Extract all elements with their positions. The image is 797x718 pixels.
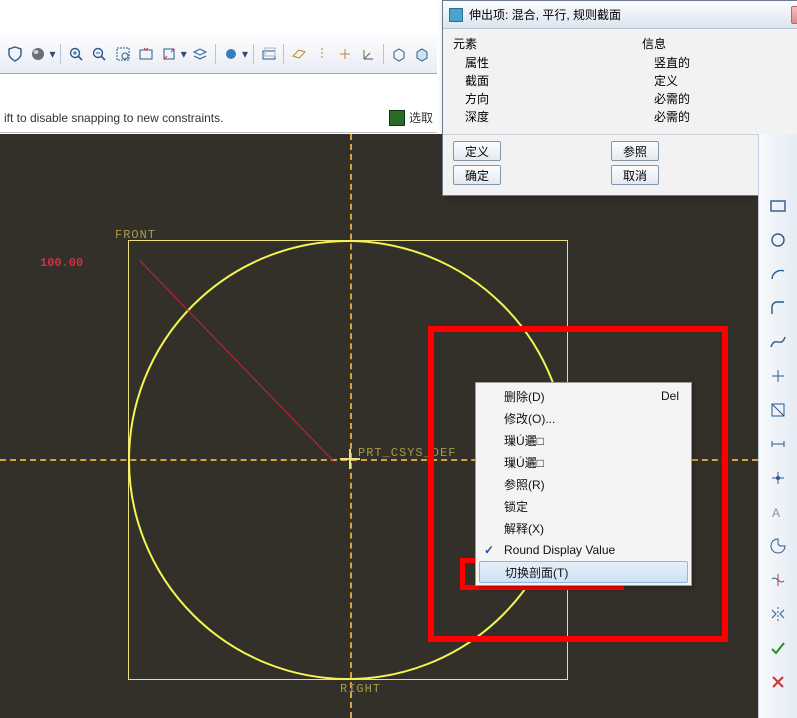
col-header-element: 元素 [453, 35, 642, 52]
sketch-origin [340, 449, 360, 469]
ctx-item-reference[interactable]: 参照(R) [478, 473, 689, 495]
tool-sphere-icon[interactable] [27, 43, 48, 65]
sketch-circle-icon[interactable] [766, 228, 790, 252]
col-header-info: 信息 [642, 35, 797, 52]
select-icon[interactable] [389, 110, 405, 126]
ok-button[interactable]: 确定 [453, 165, 501, 185]
tool-zoom-out-icon[interactable] [89, 43, 110, 65]
reference-button[interactable]: 参照 [611, 141, 659, 161]
dialog-icon [449, 8, 463, 22]
tool-orient-icon[interactable] [159, 43, 180, 65]
tool-zoom-window-icon[interactable] [112, 43, 133, 65]
sketch-fillet-icon[interactable] [766, 296, 790, 320]
tool-display-style-icon[interactable] [220, 43, 241, 65]
tool-datum-point-icon[interactable] [335, 43, 356, 65]
sketch-done-icon[interactable] [766, 636, 790, 660]
main-toolbar: ▾ ▾ ▾ [0, 34, 437, 74]
dialog-body: 元素 属性 截面 方向 深度 信息 竖直的 定义 必需的 必需的 定义 参照 信… [443, 29, 797, 195]
tool-datum-axis-icon[interactable] [311, 43, 332, 65]
toolbar-separator [60, 44, 61, 64]
tool-zoom-in-icon[interactable] [65, 43, 86, 65]
tool-sphere-dropdown[interactable]: ▾ [49, 43, 57, 65]
sketch-arc-icon[interactable] [766, 262, 790, 286]
toolbar-separator [283, 44, 284, 64]
tool-datum-csys-icon[interactable] [358, 43, 379, 65]
element-row[interactable]: 深度 [453, 108, 642, 126]
dialog-title: 伸出项: 混合, 平行, 规则截面 [469, 6, 621, 23]
tool-refit-icon[interactable] [135, 43, 156, 65]
toolbar-separator [383, 44, 384, 64]
info-row: 竖直的 [642, 54, 797, 72]
sketch-edge-icon[interactable] [766, 398, 790, 422]
cancel-button[interactable]: 取消 [611, 165, 659, 185]
sketch-dimension-icon[interactable] [766, 432, 790, 456]
dialog-separator [443, 134, 797, 135]
tool-display-dropdown[interactable]: ▾ [241, 43, 249, 65]
tool-datum-plane-icon[interactable] [288, 43, 309, 65]
check-icon: ✓ [484, 543, 494, 557]
datum-label-front: FRONT [115, 228, 156, 242]
info-row: 必需的 [642, 108, 797, 126]
datum-label-right: RIGHT [340, 682, 381, 696]
define-button[interactable]: 定义 [453, 141, 501, 161]
tool-box1-icon[interactable] [388, 43, 409, 65]
svg-text:A: A [772, 506, 780, 520]
element-row[interactable]: 属性 [453, 54, 642, 72]
tool-layers-icon[interactable] [190, 43, 211, 65]
ctx-item-3[interactable]: 璅Ú邐□ [478, 429, 689, 451]
sketch-palette-icon[interactable] [766, 534, 790, 558]
close-button[interactable]: ✕ [791, 6, 797, 24]
dimension-value[interactable]: 100.00 [40, 256, 83, 270]
tool-view-manager-icon[interactable] [258, 43, 279, 65]
right-toolbar: A [758, 134, 797, 718]
element-row[interactable]: 截面 [453, 72, 642, 90]
sketch-point-icon[interactable] [766, 364, 790, 388]
hint-text: ift to disable snapping to new constrain… [4, 111, 389, 125]
element-row[interactable]: 方向 [453, 90, 642, 108]
tool-orient-dropdown[interactable]: ▾ [180, 43, 188, 65]
hint-bar: ift to disable snapping to new constrain… [0, 103, 437, 133]
toolbar-separator [253, 44, 254, 64]
blend-dialog: 伸出项: 混合, 平行, 规则截面 ✕ 元素 属性 截面 方向 深度 信息 竖直… [442, 0, 797, 196]
sketch-trim-icon[interactable] [766, 568, 790, 592]
info-row: 定义 [642, 72, 797, 90]
sketch-cancel-icon[interactable] [766, 670, 790, 694]
sketch-spline-icon[interactable] [766, 330, 790, 354]
ctx-item-delete[interactable]: 删除(D)Del [478, 385, 689, 407]
ctx-item-modify[interactable]: 修改(O)... [478, 407, 689, 429]
ctx-item-round-display[interactable]: ✓Round Display Value [478, 539, 689, 561]
sketch-modify-icon[interactable] [766, 466, 790, 490]
hint-right: 选取 [389, 109, 433, 126]
sketch-mirror-icon[interactable] [766, 602, 790, 626]
toolbar-separator [215, 44, 216, 64]
dialog-titlebar[interactable]: 伸出项: 混合, 平行, 规则截面 ✕ [443, 1, 797, 29]
select-label[interactable]: 选取 [409, 109, 433, 126]
sketch-rectangle-icon[interactable] [766, 194, 790, 218]
ctx-item-explain[interactable]: 解释(X) [478, 517, 689, 539]
info-row: 必需的 [642, 90, 797, 108]
ctx-item-4[interactable]: 璅Ú邐□ [478, 451, 689, 473]
sketch-text-icon[interactable]: A [766, 500, 790, 524]
context-menu: 删除(D)Del 修改(O)... 璅Ú邐□ 璅Ú邐□ 参照(R) 锁定 解释(… [475, 382, 692, 586]
tool-shield-icon[interactable] [4, 43, 25, 65]
tool-box2-icon[interactable] [412, 43, 433, 65]
ctx-item-lock[interactable]: 锁定 [478, 495, 689, 517]
ctx-item-toggle-section[interactable]: 切换剖面(T) [479, 561, 688, 583]
